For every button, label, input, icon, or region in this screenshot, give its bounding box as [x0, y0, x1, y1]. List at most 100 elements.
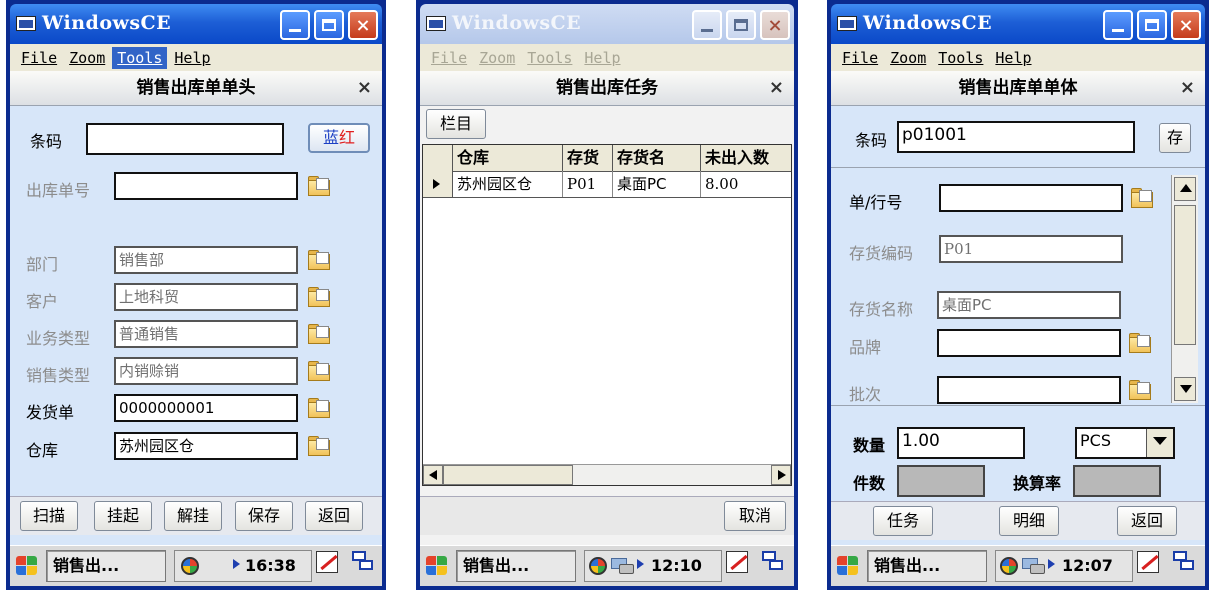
pen-icon[interactable]: [1137, 551, 1159, 573]
barcode-input[interactable]: [86, 123, 284, 155]
folder-icon[interactable]: [308, 436, 330, 456]
item-code-input[interactable]: P01: [939, 235, 1123, 263]
title-bar[interactable]: WindowsCE ×: [420, 4, 794, 44]
sales-type-input[interactable]: 内销赊销: [114, 357, 298, 385]
folder-icon[interactable]: [308, 176, 330, 196]
cancel-button[interactable]: 取消: [724, 501, 786, 531]
menu-help[interactable]: Help: [990, 47, 1036, 69]
scan-button[interactable]: 扫描: [20, 501, 78, 531]
unit-select[interactable]: PCS: [1075, 427, 1175, 459]
taskbar-app-button[interactable]: 销售出...: [867, 550, 987, 582]
quantity-input[interactable]: 1.00: [897, 427, 1025, 459]
barcode-input[interactable]: p01001: [897, 121, 1135, 153]
taskbar: 销售出... 12:10: [420, 545, 794, 586]
folder-icon[interactable]: [1129, 333, 1151, 353]
folder-icon[interactable]: [308, 250, 330, 270]
maximize-button[interactable]: [314, 10, 344, 40]
form-close-icon[interactable]: ×: [769, 71, 784, 105]
form-close-icon[interactable]: ×: [1180, 71, 1195, 105]
windows-switch-icon[interactable]: [352, 551, 374, 573]
customer-input[interactable]: 上地科贸: [114, 283, 298, 311]
scroll-left-icon[interactable]: [423, 465, 443, 485]
tray-arrow-icon[interactable]: [233, 559, 240, 569]
brand-input[interactable]: [937, 329, 1121, 357]
suspend-button[interactable]: 挂起: [94, 501, 152, 531]
menu-help[interactable]: Help: [169, 47, 215, 69]
warehouse-input[interactable]: 苏州园区仓: [114, 432, 298, 460]
red-label: 红: [339, 128, 356, 147]
title-bar[interactable]: WindowsCE ×: [10, 4, 382, 44]
back-button[interactable]: 返回: [1117, 506, 1177, 536]
folder-icon[interactable]: [1129, 380, 1151, 400]
outbound-number-input[interactable]: [114, 172, 298, 200]
tray-arrow-icon[interactable]: [637, 559, 644, 569]
network-icon[interactable]: [1022, 558, 1045, 574]
detail-button[interactable]: 明细: [999, 506, 1059, 536]
pieces-input[interactable]: [897, 465, 985, 497]
taskbar-app-button[interactable]: 销售出...: [46, 550, 166, 582]
minimize-button[interactable]: [280, 10, 310, 40]
form-close-icon[interactable]: ×: [357, 71, 372, 105]
input-method-icon[interactable]: [181, 557, 199, 575]
pen-icon[interactable]: [726, 551, 748, 573]
menu-zoom[interactable]: Zoom: [64, 47, 110, 69]
close-button[interactable]: ×: [348, 10, 378, 40]
scroll-right-icon[interactable]: [771, 465, 791, 485]
resume-button[interactable]: 解挂: [164, 501, 222, 531]
business-type-input[interactable]: 普通销售: [114, 320, 298, 348]
horizontal-scrollbar[interactable]: [423, 464, 791, 485]
tray-arrow-icon[interactable]: [1048, 559, 1055, 569]
menu-tools[interactable]: Tools: [112, 46, 168, 69]
conversion-rate-input[interactable]: [1073, 465, 1161, 497]
start-icon[interactable]: [837, 556, 861, 578]
order-line-input[interactable]: [939, 184, 1123, 212]
color-toggle-button[interactable]: 蓝红: [308, 123, 370, 153]
scroll-up-icon[interactable]: [1174, 177, 1196, 201]
column-header[interactable]: 仓库: [453, 145, 563, 171]
title-bar[interactable]: WindowsCE ×: [831, 4, 1205, 44]
menu-zoom[interactable]: Zoom: [885, 47, 931, 69]
start-icon[interactable]: [426, 556, 450, 578]
network-icon[interactable]: [611, 558, 634, 574]
windows-switch-icon[interactable]: [762, 551, 784, 573]
department-input[interactable]: 销售部: [114, 246, 298, 274]
start-icon[interactable]: [16, 556, 40, 578]
minimize-button[interactable]: [1103, 10, 1133, 40]
column-header[interactable]: 未出入数: [701, 145, 791, 171]
close-button[interactable]: ×: [1171, 10, 1201, 40]
taskbar-app-button[interactable]: 销售出...: [456, 550, 576, 582]
back-button[interactable]: 返回: [305, 501, 363, 531]
chevron-down-icon[interactable]: [1146, 429, 1173, 457]
pen-icon[interactable]: [316, 551, 338, 573]
input-method-icon[interactable]: [589, 557, 607, 575]
menu-file[interactable]: File: [837, 47, 883, 69]
scroll-down-icon[interactable]: [1174, 377, 1196, 401]
menu-file[interactable]: File: [16, 47, 62, 69]
vertical-scrollbar[interactable]: [1171, 175, 1198, 403]
scroll-thumb[interactable]: [1174, 205, 1196, 345]
column-header[interactable]: 存货名: [613, 145, 701, 171]
minimize-button[interactable]: [692, 10, 722, 40]
store-button[interactable]: 存: [1159, 123, 1191, 153]
folder-icon[interactable]: [308, 324, 330, 344]
folder-icon[interactable]: [1131, 188, 1153, 208]
scroll-thumb[interactable]: [443, 465, 573, 485]
column-header[interactable]: 存货: [563, 145, 613, 171]
folder-icon[interactable]: [308, 287, 330, 307]
maximize-button[interactable]: [1137, 10, 1167, 40]
save-button[interactable]: 保存: [235, 501, 293, 531]
input-method-icon[interactable]: [1000, 557, 1018, 575]
folder-icon[interactable]: [308, 361, 330, 381]
delivery-note-input[interactable]: 0000000001: [114, 394, 298, 422]
table-row[interactable]: 苏州园区仓 P01 桌面PC 8.00: [423, 171, 791, 198]
row-selector-icon[interactable]: [423, 171, 453, 197]
columns-button[interactable]: 栏目: [426, 109, 486, 139]
item-name-input[interactable]: 桌面PC: [937, 291, 1121, 319]
close-button[interactable]: ×: [760, 10, 790, 40]
maximize-button[interactable]: [726, 10, 756, 40]
menu-tools[interactable]: Tools: [933, 47, 988, 69]
task-button[interactable]: 任务: [873, 506, 933, 536]
folder-icon[interactable]: [308, 398, 330, 418]
windows-switch-icon[interactable]: [1173, 551, 1195, 573]
batch-input[interactable]: [937, 376, 1121, 404]
